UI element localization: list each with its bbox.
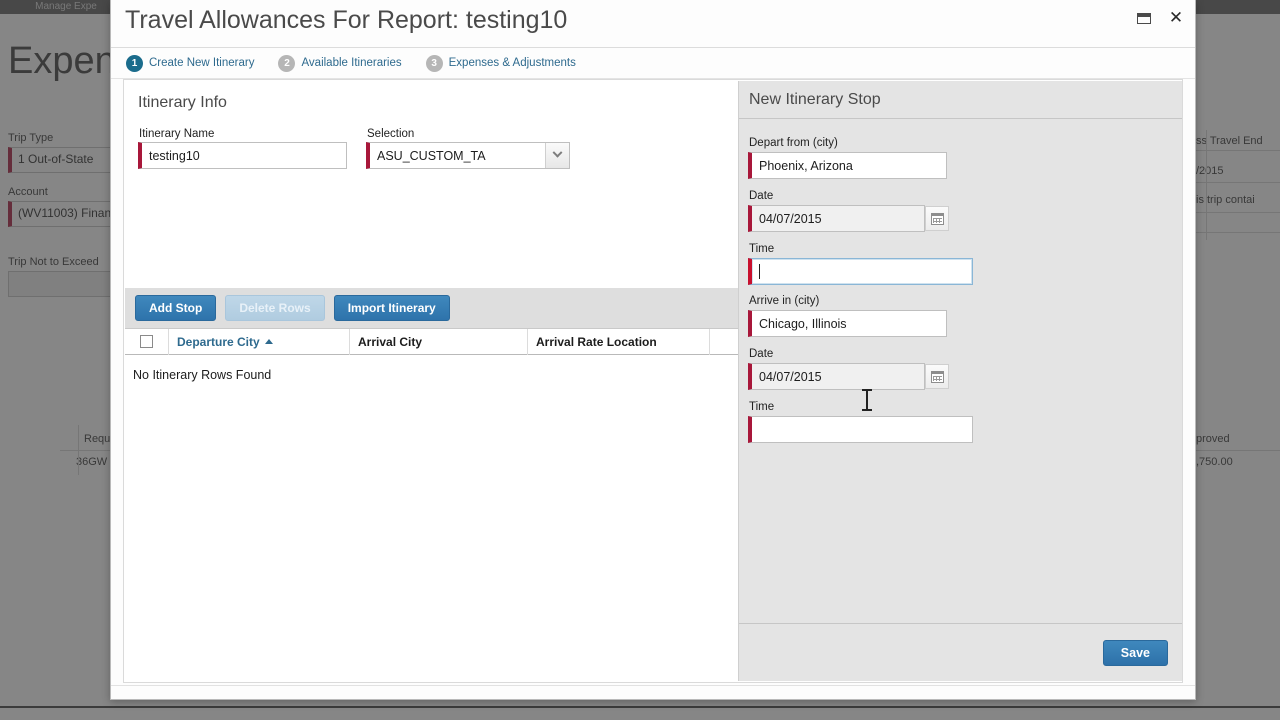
window-controls: ✕ [1133,8,1187,28]
depart-date-calendar-button[interactable] [925,206,949,231]
depart-date-label: Date [749,190,774,202]
depart-city-label: Depart from (city) [749,137,838,149]
dialog-body: Itinerary Info Itinerary Name testing10 … [123,79,1183,683]
arrive-city-input[interactable]: Chicago, Illinois [748,310,947,337]
column-header-departure-city-label: Departure City [177,334,260,349]
step-wizard: 1 Create New Itinerary 2 Available Itine… [111,48,1195,79]
add-stop-button[interactable]: Add Stop [135,295,217,321]
step-1-label: Create New Itinerary [149,57,255,69]
arrive-time-label: Time [749,401,775,413]
grid-toolbar: Add Stop Delete Rows Import Itinerary [125,288,738,329]
select-all-cell[interactable] [125,328,169,355]
step-available-itineraries[interactable]: 2 Available Itineraries [278,54,402,72]
itinerary-info-title: Itinerary Info [138,94,227,111]
arrive-city-label: Arrive in (city) [749,295,820,307]
step-2-badge: 2 [278,54,296,72]
step-3-badge: 3 [425,54,443,72]
itinerary-grid-header: Departure City Arrival City Arrival Rate… [125,328,738,355]
text-cursor-pointer [862,389,872,411]
itinerary-name-input[interactable]: testing10 [138,142,347,169]
new-itinerary-stop-form: Depart from (city) Phoenix, Arizona Date… [739,119,1182,623]
step-2-label: Available Itineraries [301,57,402,69]
calendar-icon [930,212,944,225]
new-itinerary-stop-title: New Itinerary Stop [739,81,1182,119]
step-expenses-adjustments[interactable]: 3 Expenses & Adjustments [425,54,576,72]
depart-time-label: Time [749,243,775,255]
dialog-titlebar: Travel Allowances For Report: testing10 … [111,0,1195,48]
new-itinerary-stop-panel: New Itinerary Stop Depart from (city) Ph… [738,81,1182,681]
arrive-date-calendar-button[interactable] [925,364,949,389]
close-icon: ✕ [1168,7,1184,28]
arrive-date-label: Date [749,348,774,360]
selection-dropdown[interactable]: ASU_CUSTOM_TA [366,142,570,169]
import-itinerary-button[interactable]: Import Itinerary [333,295,450,321]
dialog-title: Travel Allowances For Report: testing10 [125,6,568,34]
itinerary-name-label: Itinerary Name [139,128,215,140]
arrive-time-input[interactable] [748,416,973,443]
sort-ascending-icon [264,339,273,344]
selection-label: Selection [367,128,415,140]
column-header-departure-city[interactable]: Departure City [169,328,350,355]
depart-date-input[interactable]: 04/07/2015 [748,205,925,232]
save-button[interactable]: Save [1102,639,1168,666]
depart-city-input[interactable]: Phoenix, Arizona [748,152,947,179]
step-3-label: Expenses & Adjustments [448,57,576,69]
column-header-arrival-city-label: Arrival City [358,334,423,349]
travel-allowances-dialog: Travel Allowances For Report: testing10 … [110,0,1196,700]
chevron-down-icon[interactable] [545,143,569,168]
restore-window-button[interactable] [1133,8,1155,28]
arrive-date-input[interactable]: 04/07/2015 [748,363,925,390]
step-1-badge: 1 [126,54,143,72]
column-header-arrival-rate-location-label: Arrival Rate Location [536,334,657,349]
close-dialog-button[interactable]: ✕ [1165,8,1187,28]
text-caret [759,264,760,279]
step-create-new-itinerary[interactable]: 1 Create New Itinerary [126,54,255,72]
new-itinerary-stop-footer: Save [739,623,1182,681]
empty-grid-message: No Itinerary Rows Found [133,368,272,382]
column-header-spacer [710,329,738,355]
restore-icon [1137,12,1151,24]
column-header-arrival-rate-location[interactable]: Arrival Rate Location [528,328,710,355]
depart-time-input[interactable] [748,258,973,285]
calendar-icon [930,370,944,383]
delete-rows-button: Delete Rows [225,295,325,321]
dialog-footer [111,685,1195,699]
select-all-checkbox[interactable] [140,335,153,348]
selection-value: ASU_CUSTOM_TA [377,148,486,163]
column-header-arrival-city[interactable]: Arrival City [350,328,528,355]
